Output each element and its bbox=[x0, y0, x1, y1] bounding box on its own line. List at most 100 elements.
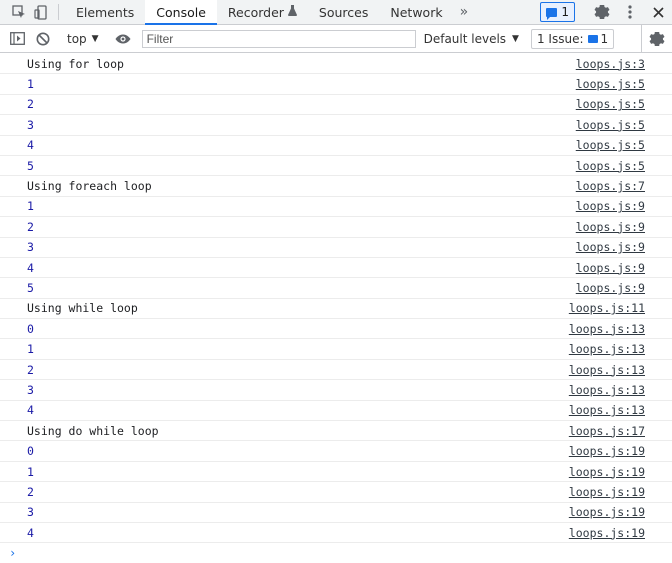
console-message-text: 3 bbox=[27, 505, 34, 520]
caret-down-icon: ▼ bbox=[512, 33, 519, 44]
console-message-text: Using for loop bbox=[27, 56, 124, 71]
source-link[interactable]: loops.js:5 bbox=[576, 138, 645, 152]
device-toggle-icon[interactable] bbox=[30, 0, 52, 24]
console-message-text: Using foreach loop bbox=[27, 179, 152, 194]
source-link[interactable]: loops.js:11 bbox=[569, 301, 645, 315]
console-message-row: 2 loops.js:13 bbox=[0, 360, 672, 381]
tab-sources[interactable]: Sources bbox=[308, 0, 379, 24]
console-message-row: 3 loops.js:13 bbox=[0, 380, 672, 401]
tab-label: Network bbox=[390, 4, 443, 20]
console-message-row: 1 loops.js:13 bbox=[0, 339, 672, 360]
console-message-text: 4 bbox=[27, 525, 34, 540]
source-link[interactable]: loops.js:5 bbox=[576, 77, 645, 91]
console-message-row: 4 loops.js:19 bbox=[0, 523, 672, 544]
chat-icon bbox=[587, 34, 598, 43]
source-link[interactable]: loops.js:5 bbox=[576, 159, 645, 173]
filter-input[interactable] bbox=[141, 29, 416, 48]
console-messages: Using for loop loops.js:3 1 loops.js:5 2 loop… bbox=[0, 53, 672, 544]
more-tabs-button[interactable]: » bbox=[454, 0, 475, 24]
tab-label: Sources bbox=[318, 4, 369, 20]
tab-network[interactable]: Network bbox=[379, 0, 453, 24]
inspect-icon[interactable] bbox=[8, 0, 30, 24]
console-message-text: 5 bbox=[27, 158, 34, 173]
prompt-chevron-icon: › bbox=[9, 546, 17, 561]
source-link[interactable]: loops.js:17 bbox=[569, 424, 645, 438]
source-link[interactable]: loops.js:13 bbox=[569, 322, 645, 336]
source-link[interactable]: loops.js:19 bbox=[569, 526, 645, 540]
source-link[interactable]: loops.js:5 bbox=[576, 118, 645, 132]
console-message-row: 2 loops.js:19 bbox=[0, 482, 672, 503]
more-options-icon[interactable] bbox=[616, 0, 644, 24]
source-link[interactable]: loops.js:9 bbox=[576, 281, 645, 295]
context-value: top bbox=[67, 31, 87, 46]
console-message-text: 1 bbox=[27, 464, 34, 479]
console-prompt[interactable]: › bbox=[0, 543, 672, 563]
tab-recorder[interactable]: Recorder bbox=[217, 0, 308, 24]
console-message-text: 2 bbox=[27, 97, 34, 112]
source-link[interactable]: loops.js:13 bbox=[569, 403, 645, 417]
source-link[interactable]: loops.js:5 bbox=[576, 97, 645, 111]
source-link[interactable]: loops.js:9 bbox=[576, 199, 645, 213]
console-message-row: Using do while loop loops.js:17 bbox=[0, 421, 672, 442]
console-settings-gear-icon[interactable] bbox=[641, 25, 672, 52]
console-message-row: 2 loops.js:9 bbox=[0, 217, 672, 238]
source-link[interactable]: loops.js:19 bbox=[569, 485, 645, 499]
caret-down-icon: ▼ bbox=[91, 33, 99, 44]
tab-label: Console bbox=[156, 4, 206, 20]
console-message-text: Using while loop bbox=[27, 301, 138, 316]
source-link[interactable]: loops.js:9 bbox=[576, 261, 645, 275]
sidebar-toggle-icon[interactable] bbox=[4, 26, 30, 52]
console-message-row: 1 loops.js:5 bbox=[0, 74, 672, 95]
source-link[interactable]: loops.js:3 bbox=[576, 57, 645, 71]
log-levels-dropdown[interactable]: Default levels ▼ bbox=[424, 32, 519, 46]
chat-icon bbox=[546, 7, 558, 20]
issues-count: 1 bbox=[600, 31, 609, 46]
console-message-row: 5 loops.js:9 bbox=[0, 278, 672, 299]
tab-console[interactable]: Console bbox=[145, 0, 217, 25]
console-message-text: 2 bbox=[27, 219, 34, 234]
clear-console-icon[interactable] bbox=[30, 26, 56, 52]
messages-badge[interactable]: 1 bbox=[540, 2, 575, 22]
close-icon[interactable] bbox=[644, 0, 672, 24]
source-link[interactable]: loops.js:7 bbox=[576, 179, 645, 193]
live-expression-icon[interactable] bbox=[110, 26, 136, 52]
console-message-text: 1 bbox=[27, 77, 34, 92]
console-message-text: 4 bbox=[27, 403, 34, 418]
console-message-text: 0 bbox=[27, 444, 34, 459]
console-message-row: 5 loops.js:5 bbox=[0, 156, 672, 177]
console-message-text: 0 bbox=[27, 321, 34, 336]
console-message-text: 3 bbox=[27, 382, 34, 397]
source-link[interactable]: loops.js:19 bbox=[569, 505, 645, 519]
console-message-text: 1 bbox=[27, 199, 34, 214]
issues-button[interactable]: 1 Issue: 1 bbox=[530, 28, 615, 49]
console-message-row: 2 loops.js:5 bbox=[0, 95, 672, 116]
console-message-text: 5 bbox=[27, 280, 34, 295]
console-message-row: 4 loops.js:5 bbox=[0, 136, 672, 156]
console-message-row: 1 loops.js:19 bbox=[0, 462, 672, 483]
console-message-text: Using do while loop bbox=[27, 423, 159, 438]
source-link[interactable]: loops.js:19 bbox=[569, 444, 645, 458]
source-link[interactable]: loops.js:13 bbox=[569, 383, 645, 397]
console-message-row: 0 loops.js:13 bbox=[0, 319, 672, 340]
console-message-row: Using for loop loops.js:3 bbox=[0, 54, 672, 75]
source-link[interactable]: loops.js:13 bbox=[569, 363, 645, 377]
console-message-row: Using foreach loop loops.js:7 bbox=[0, 176, 672, 197]
tab-label: Elements bbox=[76, 4, 135, 20]
console-message-row: 3 loops.js:9 bbox=[0, 238, 672, 258]
console-message-text: 3 bbox=[27, 240, 34, 255]
toolbar-divider bbox=[58, 4, 59, 20]
context-select[interactable]: top ▼ bbox=[61, 32, 105, 46]
console-message-text: 2 bbox=[27, 484, 34, 499]
tab-elements[interactable]: Elements bbox=[65, 0, 145, 24]
flask-icon bbox=[287, 5, 297, 19]
console-message-row: 0 loops.js:19 bbox=[0, 441, 672, 462]
console-message-text: 3 bbox=[27, 117, 34, 132]
console-message-text: 4 bbox=[27, 138, 34, 153]
console-message-text: 1 bbox=[27, 342, 34, 357]
source-link[interactable]: loops.js:9 bbox=[576, 240, 645, 254]
source-link[interactable]: loops.js:13 bbox=[569, 342, 645, 356]
gear-icon[interactable] bbox=[588, 0, 616, 24]
source-link[interactable]: loops.js:9 bbox=[576, 220, 645, 234]
source-link[interactable]: loops.js:19 bbox=[569, 465, 645, 479]
console-message-row: Using while loop loops.js:11 bbox=[0, 299, 672, 320]
